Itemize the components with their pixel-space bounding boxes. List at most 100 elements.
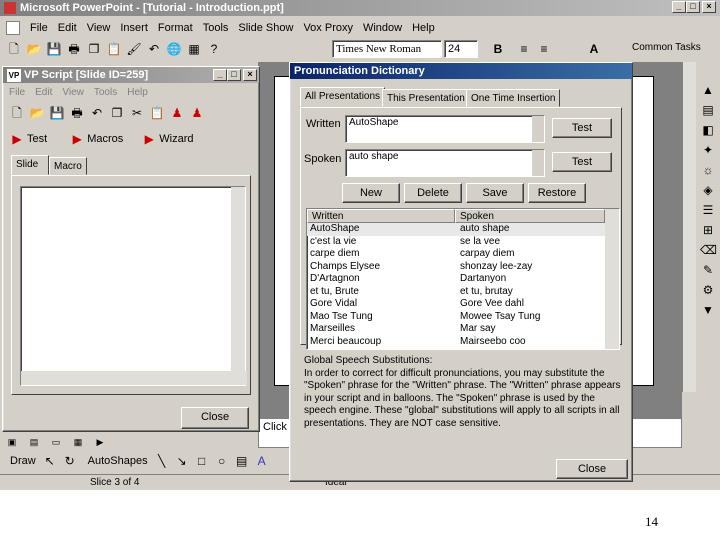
column-written[interactable]: Written <box>307 209 455 223</box>
arrow-icon[interactable]: ↘ <box>174 453 190 469</box>
test-written-button[interactable]: Test <box>552 118 612 138</box>
copy-icon[interactable]: ❐ <box>109 105 125 121</box>
slideshow-view-icon[interactable]: ▶ <box>92 434 108 450</box>
agent-icon[interactable]: ♟ <box>169 105 185 121</box>
script-editor[interactable] <box>20 186 247 386</box>
restore-button[interactable]: Restore <box>528 183 586 203</box>
help-icon[interactable]: ? <box>206 41 222 57</box>
play-icon[interactable]: ▶ <box>9 131 25 147</box>
tab-this-presentation[interactable]: This Presentation <box>382 89 470 107</box>
wizard-button[interactable]: Wizard <box>159 133 193 145</box>
menu-view[interactable]: View <box>87 19 111 37</box>
macros-button[interactable]: Macros <box>87 133 123 145</box>
format-painter-icon[interactable]: 🖌 <box>126 41 142 57</box>
textbox-icon[interactable]: ▤ <box>234 453 250 469</box>
font-grow-icon[interactable]: A <box>586 41 602 57</box>
common-tasks-button[interactable]: Common Tasks <box>632 42 701 53</box>
draw-menu[interactable]: Draw <box>10 455 36 467</box>
vp-menu-tools[interactable]: Tools <box>94 87 117 98</box>
wordart-icon[interactable]: A <box>254 453 270 469</box>
rotate-icon[interactable]: ↻ <box>62 453 78 469</box>
tool-icon[interactable]: ✦ <box>700 142 716 158</box>
print-icon[interactable]: 🖶 <box>66 41 82 57</box>
tool-icon[interactable]: ◈ <box>700 182 716 198</box>
written-input[interactable]: AutoShape <box>345 115 545 143</box>
written-scrollbar[interactable] <box>532 116 544 142</box>
spoken-input[interactable]: auto shape <box>345 149 545 177</box>
vp-menu-view[interactable]: View <box>62 87 84 98</box>
tab-all-presentations[interactable]: All Presentations <box>300 87 386 107</box>
menu-file[interactable]: File <box>30 19 48 37</box>
bold-icon[interactable]: B <box>490 41 506 57</box>
play-icon[interactable]: ▶ <box>141 131 157 147</box>
close-button[interactable]: × <box>702 1 716 13</box>
test-spoken-button[interactable]: Test <box>552 152 612 172</box>
vp-maximize-button[interactable]: □ <box>227 69 241 81</box>
list-scrollbar[interactable] <box>605 209 619 349</box>
dialog-close-button[interactable]: Close <box>556 459 628 479</box>
new-icon[interactable]: 🗋 <box>9 105 25 121</box>
table-row[interactable]: Champs Elysee shonzay lee-zay <box>307 261 605 274</box>
outline-view-icon[interactable]: ▤ <box>26 434 42 450</box>
globe-icon[interactable]: 🌐 <box>166 41 182 57</box>
vp-close-action-button[interactable]: Close <box>181 407 249 429</box>
editor-vscroll[interactable] <box>231 187 245 373</box>
vp-menu-edit[interactable]: Edit <box>35 87 52 98</box>
table-row[interactable]: Merci beaucoup Mairseebo coo <box>307 336 605 349</box>
menu-window[interactable]: Window <box>363 19 402 37</box>
minimize-button[interactable]: _ <box>672 1 686 13</box>
undo-icon[interactable]: ↶ <box>146 41 162 57</box>
tool-icon[interactable]: ⊞ <box>700 222 716 238</box>
save-button[interactable]: Save <box>466 183 524 203</box>
open-icon[interactable]: 📂 <box>26 41 42 57</box>
tool-icon[interactable]: ⌫ <box>700 242 717 258</box>
cut-icon[interactable]: ✂ <box>129 105 145 121</box>
maximize-button[interactable]: □ <box>686 1 700 13</box>
menu-help[interactable]: Help <box>412 19 435 37</box>
tool-icon[interactable]: ◧ <box>700 122 716 138</box>
vp-close-button[interactable]: × <box>243 69 257 81</box>
rectangle-icon[interactable]: □ <box>194 453 210 469</box>
tool-icon[interactable]: ⚙ <box>700 282 716 298</box>
tool-icon[interactable]: ✎ <box>700 262 716 278</box>
tab-macro[interactable]: Macro <box>49 157 87 175</box>
play-icon[interactable]: ▶ <box>69 131 85 147</box>
font-size-select[interactable]: 24 <box>444 40 478 58</box>
menu-tools[interactable]: Tools <box>203 19 229 37</box>
spoken-scrollbar[interactable] <box>532 150 544 176</box>
scroll-up-icon[interactable]: ▲ <box>700 82 716 98</box>
table-row[interactable]: carpe diem carpay diem <box>307 248 605 261</box>
dictionary-list[interactable]: Written Spoken AutoShape auto shape c'est … <box>306 208 620 350</box>
column-spoken[interactable]: Spoken <box>455 209 605 223</box>
menu-edit[interactable]: Edit <box>58 19 77 37</box>
delete-button[interactable]: Delete <box>404 183 462 203</box>
paste-icon[interactable]: 📋 <box>149 105 165 121</box>
test-button[interactable]: Test <box>27 133 47 145</box>
tool-icon[interactable]: ▤ <box>700 102 716 118</box>
menu-format[interactable]: Format <box>158 19 193 37</box>
line-icon[interactable]: ╲ <box>154 453 170 469</box>
align-left-icon[interactable]: ≡ <box>516 41 532 57</box>
vp-menu-help[interactable]: Help <box>127 87 148 98</box>
open-icon[interactable]: 📂 <box>29 105 45 121</box>
print-icon[interactable]: 🖶 <box>69 105 85 121</box>
undo-icon[interactable]: ↶ <box>89 105 105 121</box>
vertical-scrollbar[interactable] <box>682 62 696 392</box>
slide-view-icon[interactable]: ▭ <box>48 434 64 450</box>
table-row[interactable]: D'Artagnon Dartanyon <box>307 273 605 286</box>
save-icon[interactable]: 💾 <box>49 105 65 121</box>
menu-slide-show[interactable]: Slide Show <box>238 19 293 37</box>
menu-vox-proxy[interactable]: Vox Proxy <box>303 19 353 37</box>
new-icon[interactable]: 🗋 <box>6 41 22 57</box>
sorter-view-icon[interactable]: ▦ <box>70 434 86 450</box>
table-row[interactable]: et tu, Brute et tu, brutay <box>307 286 605 299</box>
tab-slide[interactable]: Slide <box>11 155 49 175</box>
tab-one-time-insertion[interactable]: One Time Insertion <box>466 89 561 107</box>
menu-insert[interactable]: Insert <box>120 19 148 37</box>
autoshapes-menu[interactable]: AutoShapes <box>88 455 148 467</box>
vp-minimize-button[interactable]: _ <box>213 69 227 81</box>
save-icon[interactable]: 💾 <box>46 41 62 57</box>
editor-hscroll[interactable] <box>21 371 247 385</box>
table-row[interactable]: Gore Vidal Gore Vee dahl <box>307 298 605 311</box>
normal-view-icon[interactable]: ▣ <box>4 434 20 450</box>
